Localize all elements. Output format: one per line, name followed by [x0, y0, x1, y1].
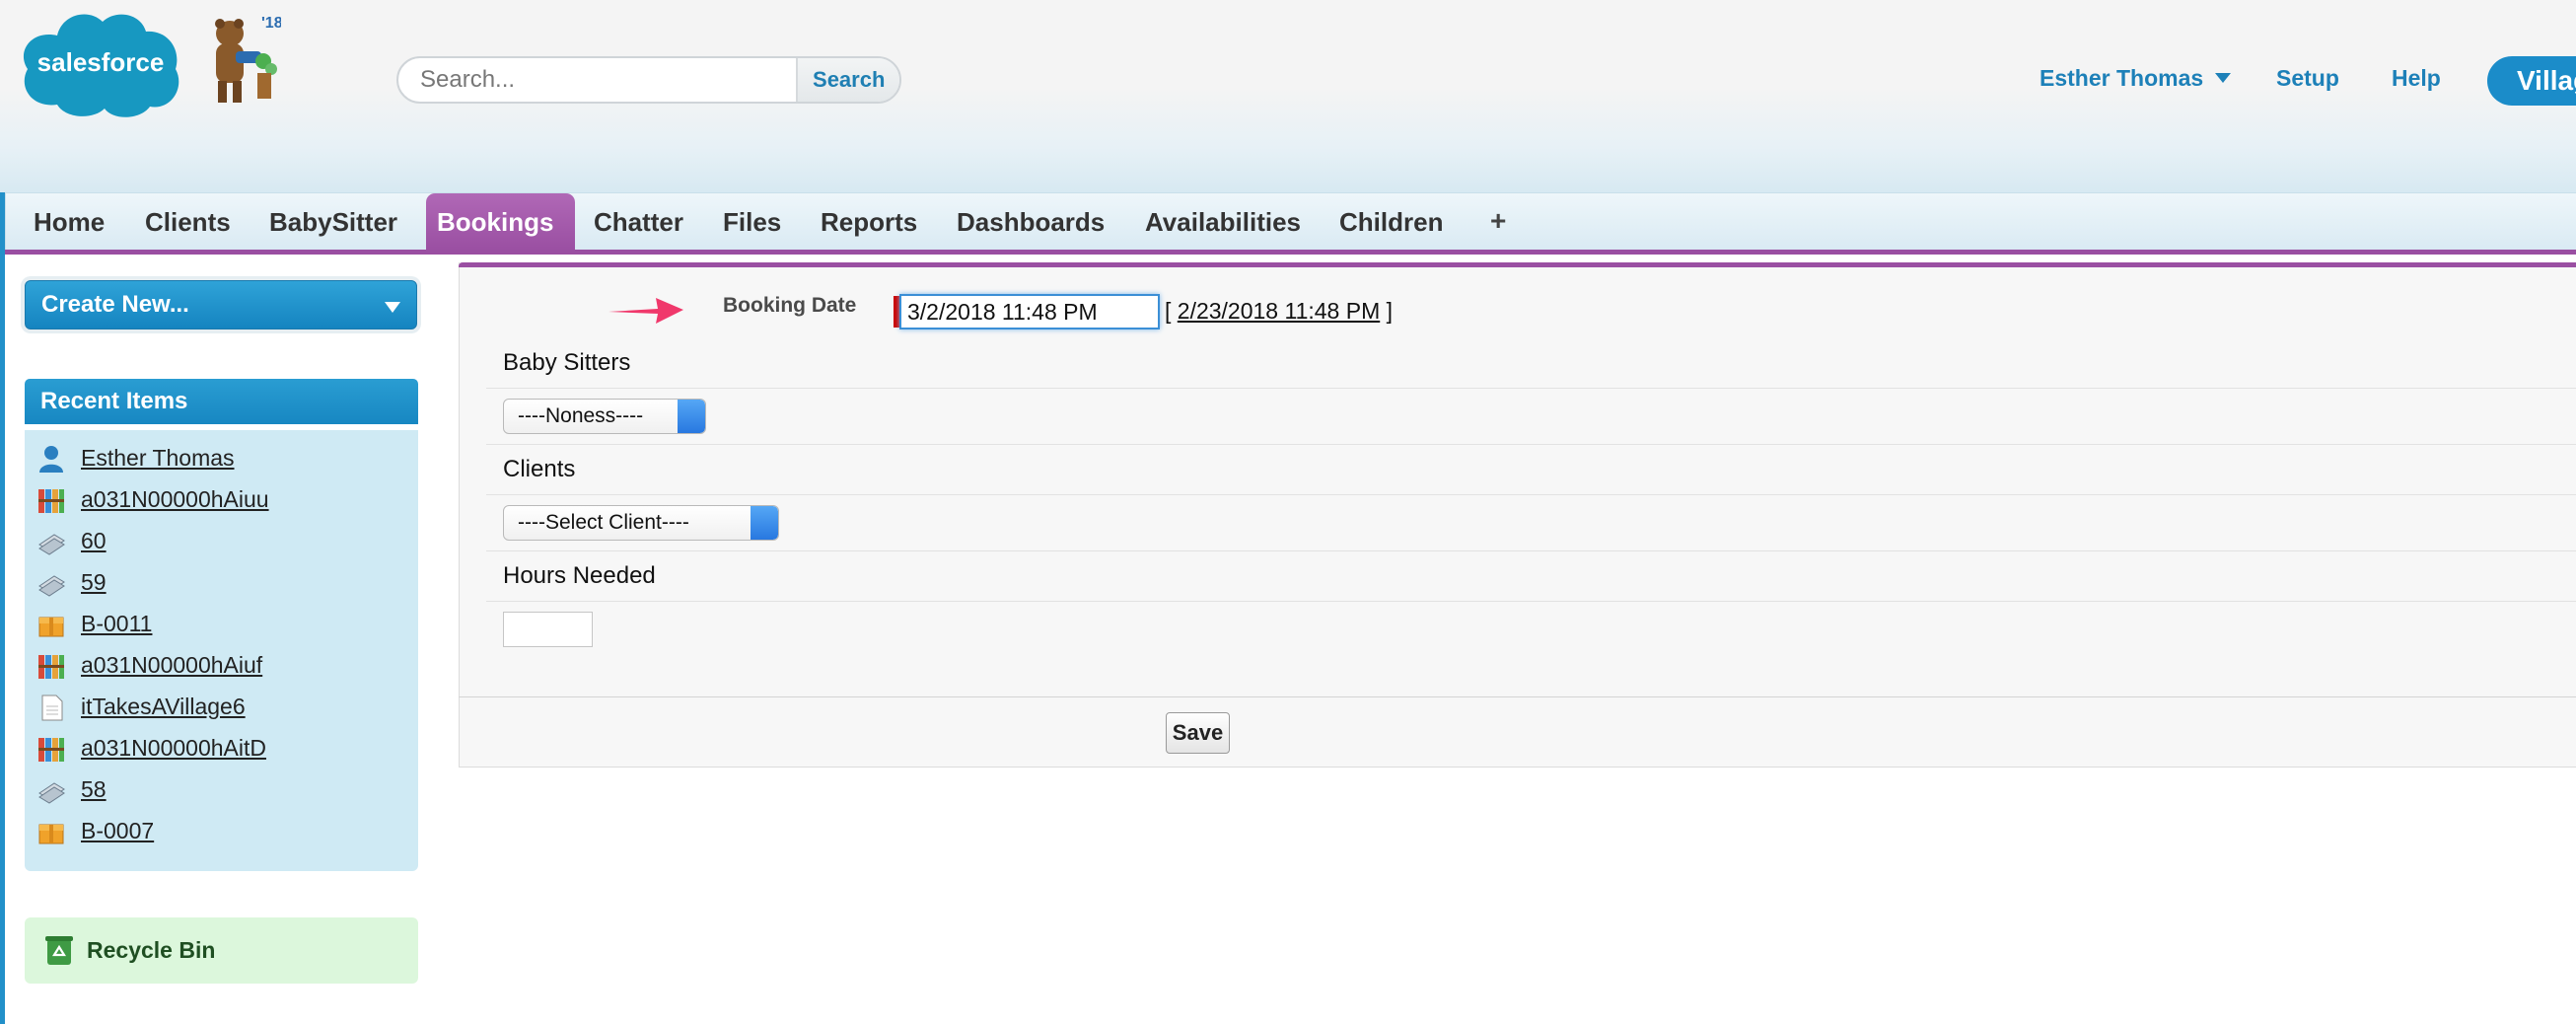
row-divider: [486, 494, 2576, 495]
recent-item-link[interactable]: Esther Thomas: [81, 445, 235, 472]
tab-bookings[interactable]: Bookings: [437, 207, 553, 238]
tab-reports[interactable]: Reports: [821, 207, 917, 238]
mascot-badge: '18: [261, 15, 281, 32]
search-box: Search: [396, 56, 901, 104]
list-item[interactable]: 59: [25, 563, 418, 603]
list-item[interactable]: itTakesAVillage6: [25, 688, 418, 727]
hours-needed-input[interactable]: [503, 612, 593, 647]
clients-selected: ----Select Client----: [518, 511, 689, 534]
header: salesforce '18 Search Esther Thomas Setu…: [0, 0, 2576, 192]
select-arrows-icon: [751, 506, 778, 540]
tab-files[interactable]: Files: [723, 207, 781, 238]
bracket-close: ]: [1386, 298, 1394, 324]
recycle-bin-icon: [45, 936, 73, 965]
booking-date-input[interactable]: [899, 294, 1160, 329]
list-item[interactable]: a031N00000hAiuu: [25, 480, 418, 520]
list-item[interactable]: B-0007: [25, 812, 418, 851]
row-divider: [486, 601, 2576, 602]
booking-date-label: Booking Date: [723, 294, 857, 317]
clients-select[interactable]: ----Select Client----: [503, 505, 779, 541]
list-item[interactable]: 60: [25, 522, 418, 561]
salesforce-logo-icon[interactable]: salesforce: [18, 6, 183, 118]
bracket-open: [: [1165, 298, 1172, 324]
recycle-bin-link[interactable]: Recycle Bin: [25, 917, 418, 984]
list-item[interactable]: Esther Thomas: [25, 439, 418, 478]
tab-children[interactable]: Children: [1339, 207, 1443, 238]
tab-chatter[interactable]: Chatter: [594, 207, 683, 238]
app-menu-button[interactable]: Village: [2487, 56, 2576, 106]
baby-sitters-selected: ----Noness----: [518, 404, 644, 427]
document-icon: [41, 695, 63, 721]
user-menu[interactable]: Esther Thomas: [2039, 65, 2203, 92]
search-input[interactable]: [398, 58, 797, 102]
mascot-icon: '18: [215, 15, 281, 103]
list-item[interactable]: 58: [25, 770, 418, 810]
logo-text: salesforce: [37, 47, 165, 77]
tab-home[interactable]: Home: [34, 207, 105, 238]
recent-item-link[interactable]: a031N00000hAiuu: [81, 486, 269, 513]
recent-item-link[interactable]: itTakesAVillage6: [81, 694, 246, 720]
hours-needed-label: Hours Needed: [503, 562, 656, 589]
row-divider: [486, 444, 2576, 445]
row-divider: [486, 388, 2576, 389]
form-footer-divider: [459, 696, 2576, 697]
chevron-down-icon: [385, 302, 400, 313]
list-item[interactable]: B-0011: [25, 605, 418, 644]
box-icon: [38, 617, 64, 637]
recent-items-panel: Esther Thomas a031N00000hAiuu 60 59 B-00…: [25, 430, 418, 871]
recent-items-header: Recent Items: [25, 379, 418, 424]
search-button[interactable]: Search: [796, 58, 899, 102]
plus-icon[interactable]: +: [1490, 205, 1506, 237]
recycle-bin-label: Recycle Bin: [87, 937, 216, 963]
recent-item-link[interactable]: a031N00000hAiuf: [81, 652, 262, 679]
save-button[interactable]: Save: [1166, 712, 1230, 754]
chevron-down-icon[interactable]: [2215, 73, 2231, 83]
stack-icon: [38, 534, 65, 555]
list-item[interactable]: a031N00000hAitD: [25, 729, 418, 768]
stack-icon: [38, 575, 65, 597]
tab-bar: Home Clients BabySitter Bookings Chatter…: [5, 192, 2576, 252]
tab-availabilities[interactable]: Availabilities: [1145, 207, 1301, 238]
select-arrows-icon: [678, 400, 705, 433]
box-icon: [38, 824, 64, 844]
recent-item-link[interactable]: B-0011: [81, 611, 152, 637]
books-icon: [38, 655, 64, 679]
today-date-link[interactable]: 2/23/2018 11:48 PM: [1178, 298, 1380, 324]
setup-link[interactable]: Setup: [2276, 65, 2339, 92]
baby-sitters-select[interactable]: ----Noness----: [503, 399, 706, 434]
create-new-button[interactable]: Create New...: [25, 280, 417, 329]
form-top-border: [459, 262, 2576, 267]
tab-babysitter[interactable]: BabySitter: [269, 207, 397, 238]
create-new-label: Create New...: [41, 291, 189, 318]
tab-dashboards[interactable]: Dashboards: [957, 207, 1105, 238]
stack-icon: [38, 782, 65, 804]
row-divider: [486, 550, 2576, 551]
tab-underline: [5, 250, 2576, 255]
books-icon: [38, 489, 64, 513]
arrow-right-icon: [608, 298, 683, 324]
person-icon: [39, 446, 63, 473]
recent-item-link[interactable]: B-0007: [81, 818, 154, 844]
tab-clients[interactable]: Clients: [145, 207, 231, 238]
baby-sitters-label: Baby Sitters: [503, 349, 631, 376]
clients-label: Clients: [503, 456, 576, 482]
help-link[interactable]: Help: [2392, 65, 2441, 92]
left-edge-bar: [0, 192, 5, 1024]
recent-item-link[interactable]: 58: [81, 776, 107, 803]
books-icon: [38, 738, 64, 762]
recent-item-link[interactable]: 60: [81, 528, 107, 554]
list-item[interactable]: a031N00000hAiuf: [25, 646, 418, 686]
recent-item-link[interactable]: a031N00000hAitD: [81, 735, 266, 762]
today-date-group: [ 2/23/2018 11:48 PM ]: [1165, 298, 1393, 325]
recent-item-link[interactable]: 59: [81, 569, 107, 596]
